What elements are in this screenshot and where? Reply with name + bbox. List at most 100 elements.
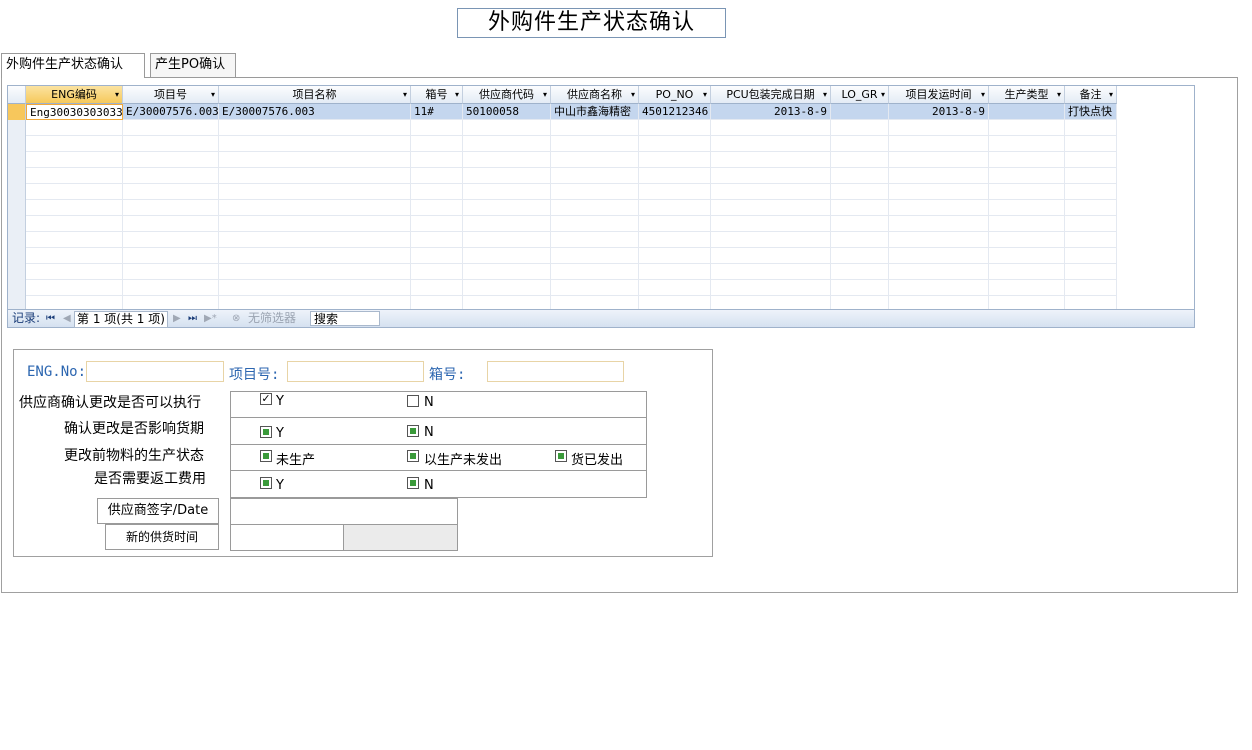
new-supply-time-field[interactable] [230,524,344,551]
empty-cell[interactable] [411,136,463,152]
row-selector[interactable] [8,200,26,216]
empty-cell[interactable] [26,216,123,232]
empty-cell[interactable] [831,216,889,232]
dropdown-arrow-icon[interactable]: ▾ [631,86,635,103]
cell-lo-gr[interactable] [831,104,889,120]
empty-cell[interactable] [123,232,219,248]
q4-yes-checkbox[interactable] [260,477,272,489]
empty-cell[interactable] [711,248,831,264]
empty-cell[interactable] [26,248,123,264]
empty-cell[interactable] [989,136,1065,152]
col-header-po-no[interactable]: PO_NO ▾ [639,86,711,104]
empty-cell[interactable] [1065,184,1117,200]
empty-cell[interactable] [219,152,411,168]
empty-cell[interactable] [411,184,463,200]
empty-cell[interactable] [26,136,123,152]
q4-no-checkbox[interactable] [407,477,419,489]
col-header-eng[interactable]: ENG编码 ▾ [26,86,123,104]
empty-cell[interactable] [889,168,989,184]
eng-no-field[interactable] [86,361,224,382]
empty-cell[interactable] [711,136,831,152]
empty-cell[interactable] [1065,152,1117,168]
row-selector[interactable] [8,264,26,280]
empty-cell[interactable] [219,264,411,280]
empty-cell[interactable] [463,232,551,248]
empty-cell[interactable] [831,120,889,136]
empty-cell[interactable] [26,168,123,184]
q2-no-checkbox[interactable] [407,425,419,437]
empty-cell[interactable] [123,264,219,280]
empty-cell[interactable] [1065,216,1117,232]
empty-cell[interactable] [989,168,1065,184]
empty-cell[interactable] [989,232,1065,248]
empty-cell[interactable] [711,120,831,136]
empty-cell[interactable] [989,120,1065,136]
empty-cell[interactable] [639,248,711,264]
empty-cell[interactable] [463,136,551,152]
empty-cell[interactable] [26,280,123,296]
col-header-project-no[interactable]: 项目号 ▾ [123,86,219,104]
col-header-remark[interactable]: 备注 ▾ [1065,86,1117,104]
empty-cell[interactable] [463,168,551,184]
empty-cell[interactable] [989,216,1065,232]
empty-cell[interactable] [551,136,639,152]
dropdown-arrow-icon[interactable]: ▾ [403,86,407,103]
new-record-icon[interactable]: ▶* [204,310,217,327]
dropdown-arrow-icon[interactable]: ▾ [543,86,547,103]
state-shipped-checkbox[interactable] [555,450,567,462]
empty-cell[interactable] [26,232,123,248]
col-header-supplier-name[interactable]: 供应商名称 ▾ [551,86,639,104]
empty-cell[interactable] [463,184,551,200]
empty-cell[interactable] [889,264,989,280]
empty-cell[interactable] [463,120,551,136]
empty-cell[interactable] [26,120,123,136]
empty-cell[interactable] [219,168,411,184]
empty-cell[interactable] [123,152,219,168]
empty-cell[interactable] [1065,248,1117,264]
empty-cell[interactable] [26,264,123,280]
empty-cell[interactable] [989,200,1065,216]
empty-cell[interactable] [1065,168,1117,184]
empty-cell[interactable] [989,152,1065,168]
empty-cell[interactable] [26,152,123,168]
row-selector[interactable] [8,104,26,120]
empty-cell[interactable] [26,200,123,216]
empty-cell[interactable] [411,216,463,232]
cell-remark[interactable]: 打快点快 [1065,104,1117,120]
empty-cell[interactable] [551,168,639,184]
empty-cell[interactable] [889,184,989,200]
dropdown-arrow-icon[interactable]: ▾ [211,86,215,103]
empty-cell[interactable] [831,248,889,264]
date-field[interactable] [343,524,458,551]
empty-cell[interactable] [463,200,551,216]
empty-cell[interactable] [26,184,123,200]
cell-supplier-code[interactable]: 50100058 [463,104,551,120]
empty-cell[interactable] [989,184,1065,200]
empty-cell[interactable] [551,200,639,216]
empty-cell[interactable] [989,264,1065,280]
empty-cell[interactable] [123,136,219,152]
empty-cell[interactable] [889,136,989,152]
empty-cell[interactable] [463,280,551,296]
empty-cell[interactable] [123,184,219,200]
empty-cell[interactable] [639,168,711,184]
empty-cell[interactable] [123,200,219,216]
cell-supplier-name[interactable]: 中山市鑫海精密 [551,104,639,120]
no-filter-label[interactable]: 无筛选器 [248,310,296,327]
row-selector[interactable] [8,120,26,136]
empty-cell[interactable] [411,120,463,136]
empty-cell[interactable] [639,120,711,136]
empty-cell[interactable] [551,232,639,248]
empty-cell[interactable] [123,280,219,296]
empty-cell[interactable] [831,184,889,200]
empty-cell[interactable] [711,280,831,296]
row-selector[interactable] [8,248,26,264]
row-selector[interactable] [8,152,26,168]
next-record-icon[interactable]: ▶ [173,310,181,327]
col-header-production-type[interactable]: 生产类型 ▾ [989,86,1065,104]
tab-po-confirm[interactable]: 产生PO确认 [150,53,236,77]
empty-cell[interactable] [639,216,711,232]
empty-cell[interactable] [639,232,711,248]
empty-cell[interactable] [219,120,411,136]
dropdown-arrow-icon[interactable]: ▾ [823,86,827,103]
